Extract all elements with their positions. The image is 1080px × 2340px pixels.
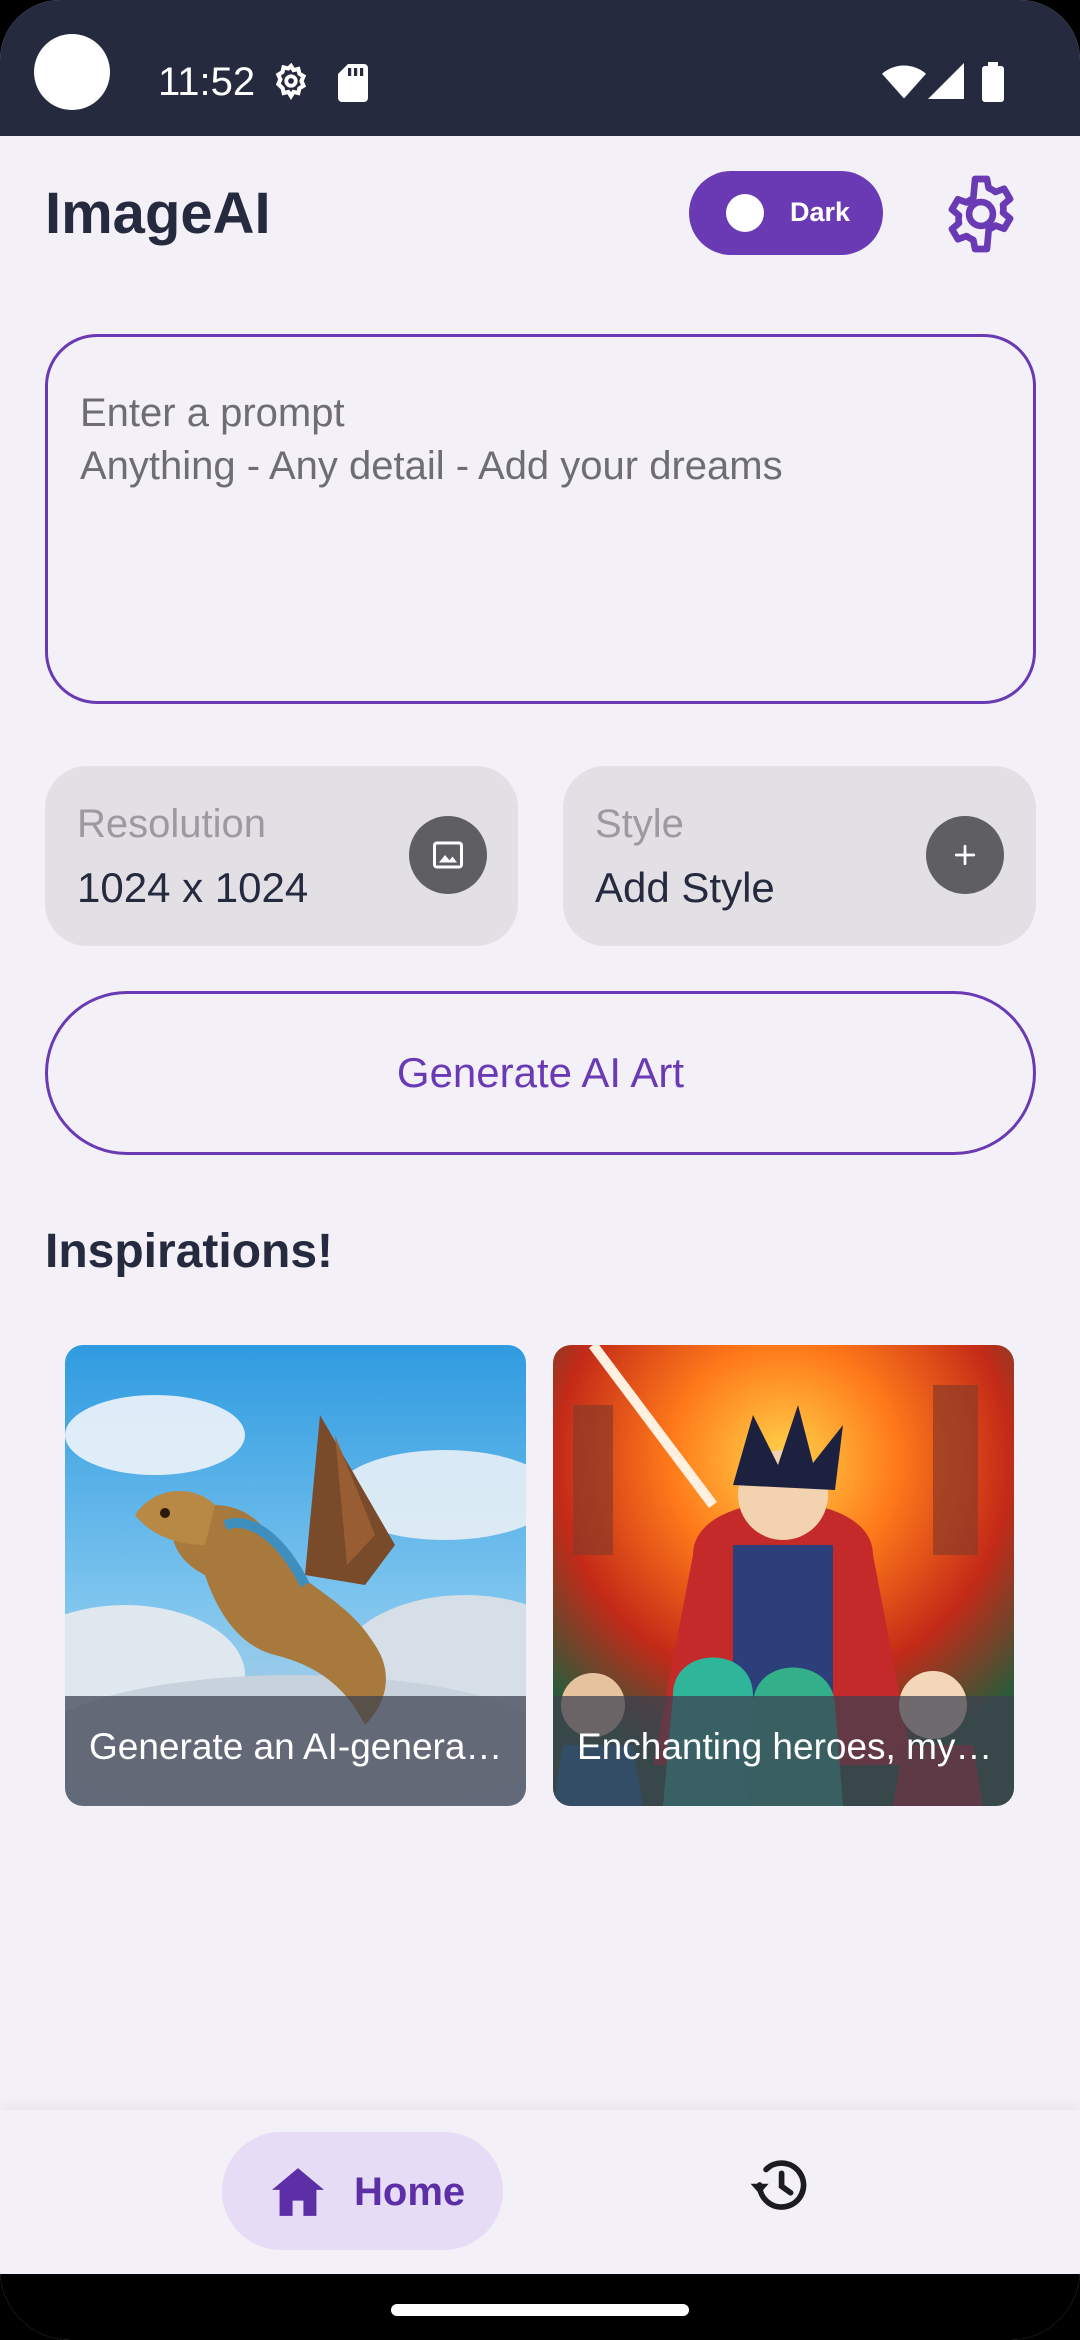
dark-mode-toggle[interactable]: Dark bbox=[689, 171, 883, 255]
bottom-navigation: Home bbox=[0, 2110, 1080, 2274]
battery-icon bbox=[982, 62, 1004, 102]
style-selector[interactable]: Style Add Style bbox=[563, 766, 1036, 946]
generate-button[interactable]: Generate AI Art bbox=[45, 991, 1036, 1155]
inspirations-heading: Inspirations! bbox=[45, 1225, 334, 1278]
inspiration-card[interactable]: Generate an AI-genera… bbox=[65, 1345, 526, 1806]
sd-card-icon bbox=[338, 64, 368, 102]
inspiration-card[interactable]: Enchanting heroes, my… bbox=[553, 1345, 1014, 1806]
signal-icon bbox=[928, 63, 964, 99]
home-gesture-handle[interactable] bbox=[391, 2304, 689, 2316]
resolution-label: Resolution bbox=[77, 802, 267, 846]
toggle-label: Dark bbox=[790, 197, 851, 227]
app-screen: 11:52 ImageAI Dark Enter a prompt Anythi… bbox=[0, 0, 1080, 2340]
plus-icon[interactable] bbox=[926, 816, 1004, 894]
resolution-selector[interactable]: Resolution 1024 x 1024 bbox=[45, 766, 518, 946]
inspiration-caption: Generate an AI-genera… bbox=[65, 1696, 526, 1806]
style-label: Style bbox=[595, 802, 684, 846]
wifi-icon bbox=[882, 65, 926, 99]
gear-icon[interactable] bbox=[939, 172, 1023, 256]
generate-button-label: Generate AI Art bbox=[396, 1049, 685, 1096]
toggle-knob[interactable] bbox=[726, 194, 764, 232]
image-icon-glyph bbox=[433, 841, 463, 869]
status-time: 11:52 bbox=[158, 60, 256, 104]
gesture-bar bbox=[0, 2274, 1080, 2340]
inspiration-caption: Enchanting heroes, my… bbox=[553, 1696, 1014, 1806]
style-value: Add Style bbox=[595, 864, 775, 911]
plus-icon-glyph bbox=[954, 844, 976, 866]
settings-gear-icon bbox=[275, 62, 307, 100]
image-icon[interactable] bbox=[409, 816, 487, 894]
nav-home-label: Home bbox=[354, 2170, 466, 2214]
history-icon[interactable] bbox=[748, 2156, 810, 2214]
app-title: ImageAI bbox=[45, 181, 271, 246]
home-icon bbox=[272, 2168, 324, 2216]
camera-cutout bbox=[34, 34, 110, 110]
resolution-value: 1024 x 1024 bbox=[77, 864, 309, 911]
prompt-placeholder: Enter a prompt Anything - Any detail - A… bbox=[80, 391, 783, 488]
prompt-input[interactable]: Enter a prompt Anything - Any detail - A… bbox=[45, 334, 1036, 704]
nav-home-tab[interactable]: Home bbox=[222, 2132, 503, 2250]
status-bar: 11:52 bbox=[0, 0, 1080, 136]
